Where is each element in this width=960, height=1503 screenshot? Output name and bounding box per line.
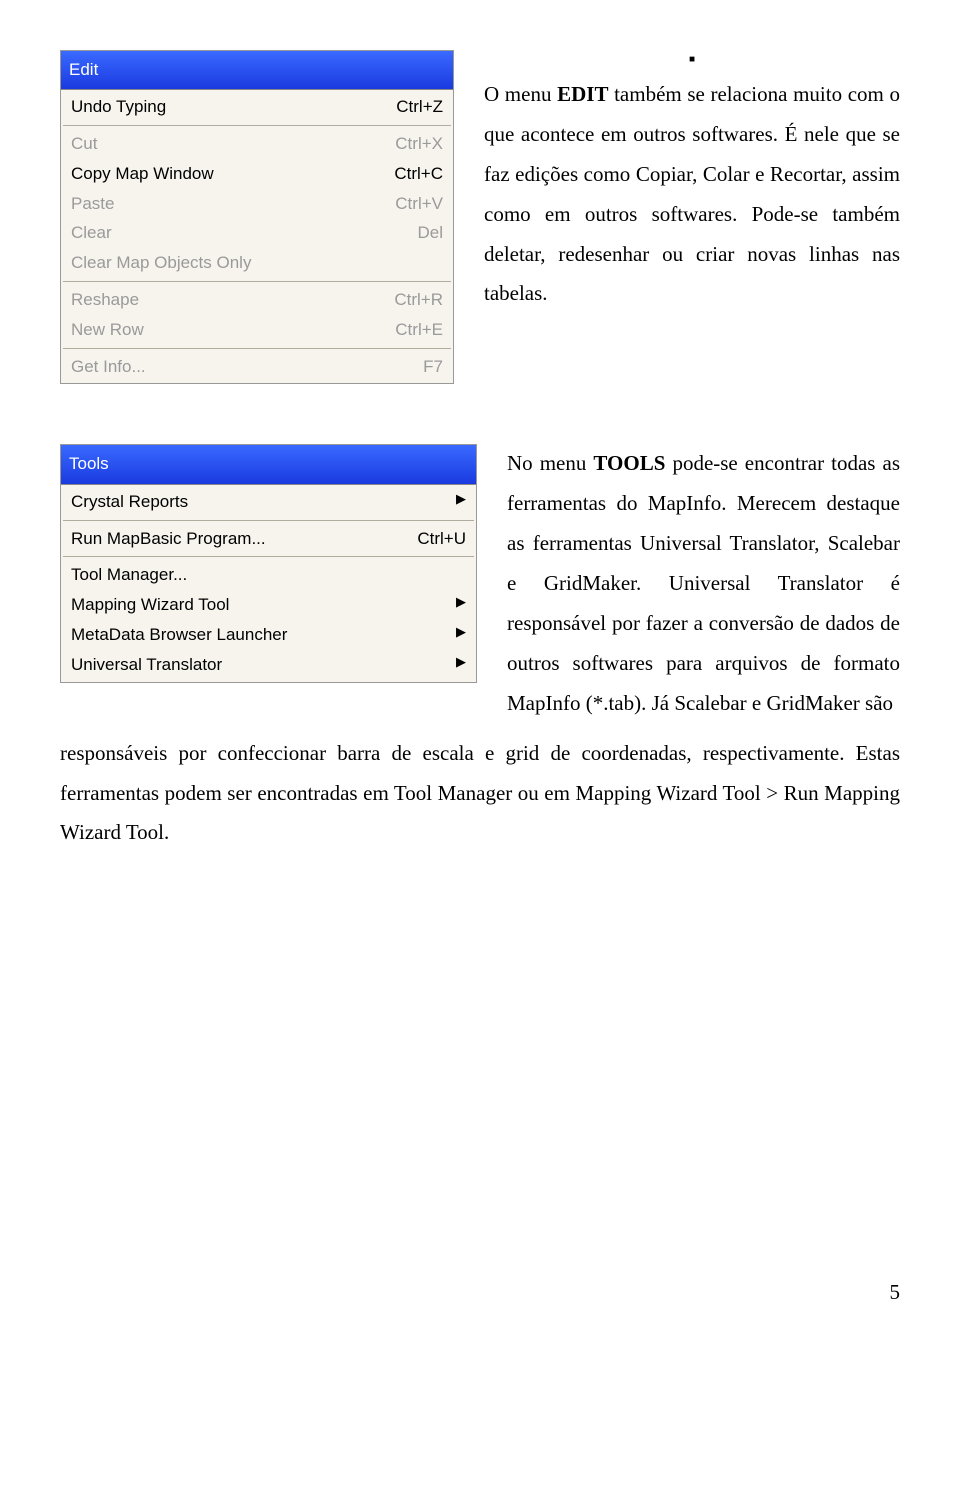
text-bold: EDIT (557, 82, 608, 106)
menu-separator (63, 281, 451, 282)
menu-item: Reshape Ctrl+R (61, 285, 453, 315)
menu-item-shortcut: Ctrl+R (370, 288, 443, 312)
menu-item: Cut Ctrl+X (61, 129, 453, 159)
bullet-marker: ■ (484, 50, 900, 69)
menu-item-shortcut: F7 (399, 355, 443, 379)
menu-item-label: Cut (71, 132, 97, 156)
menu-separator (63, 556, 474, 557)
menu-item: Clear Del (61, 218, 453, 248)
text: também se relaciona muito com o que acon… (484, 82, 900, 305)
submenu-arrow-icon: ▶ (456, 623, 466, 647)
paragraph-edit: O menu EDIT também se relaciona muito co… (484, 75, 900, 314)
menu-separator (63, 125, 451, 126)
menu-item-shortcut: Ctrl+C (370, 162, 443, 186)
menu-item[interactable]: Crystal Reports ▶ (61, 487, 476, 517)
menu-item-shortcut: Ctrl+X (371, 132, 443, 156)
tools-menu: Tools Crystal Reports ▶ Run MapBasic Progr… (60, 444, 477, 682)
menu-item[interactable]: Run MapBasic Program... Ctrl+U (61, 524, 476, 554)
menu-item: Clear Map Objects Only (61, 248, 453, 278)
submenu-arrow-icon: ▶ (456, 653, 466, 677)
menu-item-shortcut: Ctrl+V (371, 192, 443, 216)
menu-item-shortcut: Ctrl+Z (372, 95, 443, 119)
menu-item-label: Get Info... (71, 355, 146, 379)
menu-item-label: Clear (71, 221, 112, 245)
menu-item-shortcut: Ctrl+U (393, 527, 466, 551)
menu-separator (63, 520, 474, 521)
submenu-arrow-icon: ▶ (456, 490, 466, 514)
menu-item-label: Tool Manager... (71, 563, 187, 587)
submenu-arrow-icon: ▶ (456, 593, 466, 617)
menu-item: Paste Ctrl+V (61, 189, 453, 219)
text-bold: TOOLS (593, 451, 665, 475)
menu-item-label: Run MapBasic Program... (71, 527, 266, 551)
menu-item-shortcut: Del (393, 221, 443, 245)
menu-item[interactable]: Copy Map Window Ctrl+C (61, 159, 453, 189)
page-number: 5 (60, 1273, 900, 1313)
paragraph-tools-continued: responsáveis por confeccionar barra de e… (60, 734, 900, 854)
menu-item: New Row Ctrl+E (61, 315, 453, 345)
menu-item-label: Clear Map Objects Only (71, 251, 251, 275)
menu-separator (63, 348, 451, 349)
menu-item[interactable]: Mapping Wizard Tool ▶ (61, 590, 476, 620)
menu-item-shortcut (419, 251, 443, 275)
menu-item-label: Mapping Wizard Tool (71, 593, 229, 617)
menu-item: Get Info... F7 (61, 352, 453, 382)
menu-item-label: Undo Typing (71, 95, 166, 119)
edit-menu-title: Edit (61, 51, 453, 90)
menu-item-shortcut (442, 563, 466, 587)
text: No menu (507, 451, 593, 475)
menu-item-label: Universal Translator (71, 653, 222, 677)
menu-item-label: Paste (71, 192, 114, 216)
tools-menu-title: Tools (61, 445, 476, 484)
menu-item-shortcut: Ctrl+E (371, 318, 443, 342)
menu-item-label: Copy Map Window (71, 162, 214, 186)
menu-item[interactable]: Undo Typing Ctrl+Z (61, 92, 453, 122)
menu-item[interactable]: MetaData Browser Launcher ▶ (61, 620, 476, 650)
menu-item-label: New Row (71, 318, 144, 342)
text: pode-se encontrar todas as ferramentas d… (507, 451, 900, 714)
menu-item[interactable]: Tool Manager... (61, 560, 476, 590)
paragraph-tools: No menu TOOLS pode-se encontrar todas as… (507, 444, 900, 723)
menu-item-label: MetaData Browser Launcher (71, 623, 287, 647)
edit-menu: Edit Undo Typing Ctrl+Z Cut Ctrl+X Copy Map … (60, 50, 454, 384)
menu-item-label: Crystal Reports (71, 490, 188, 514)
menu-item-label: Reshape (71, 288, 139, 312)
text: O menu (484, 82, 557, 106)
menu-item[interactable]: Universal Translator ▶ (61, 650, 476, 680)
